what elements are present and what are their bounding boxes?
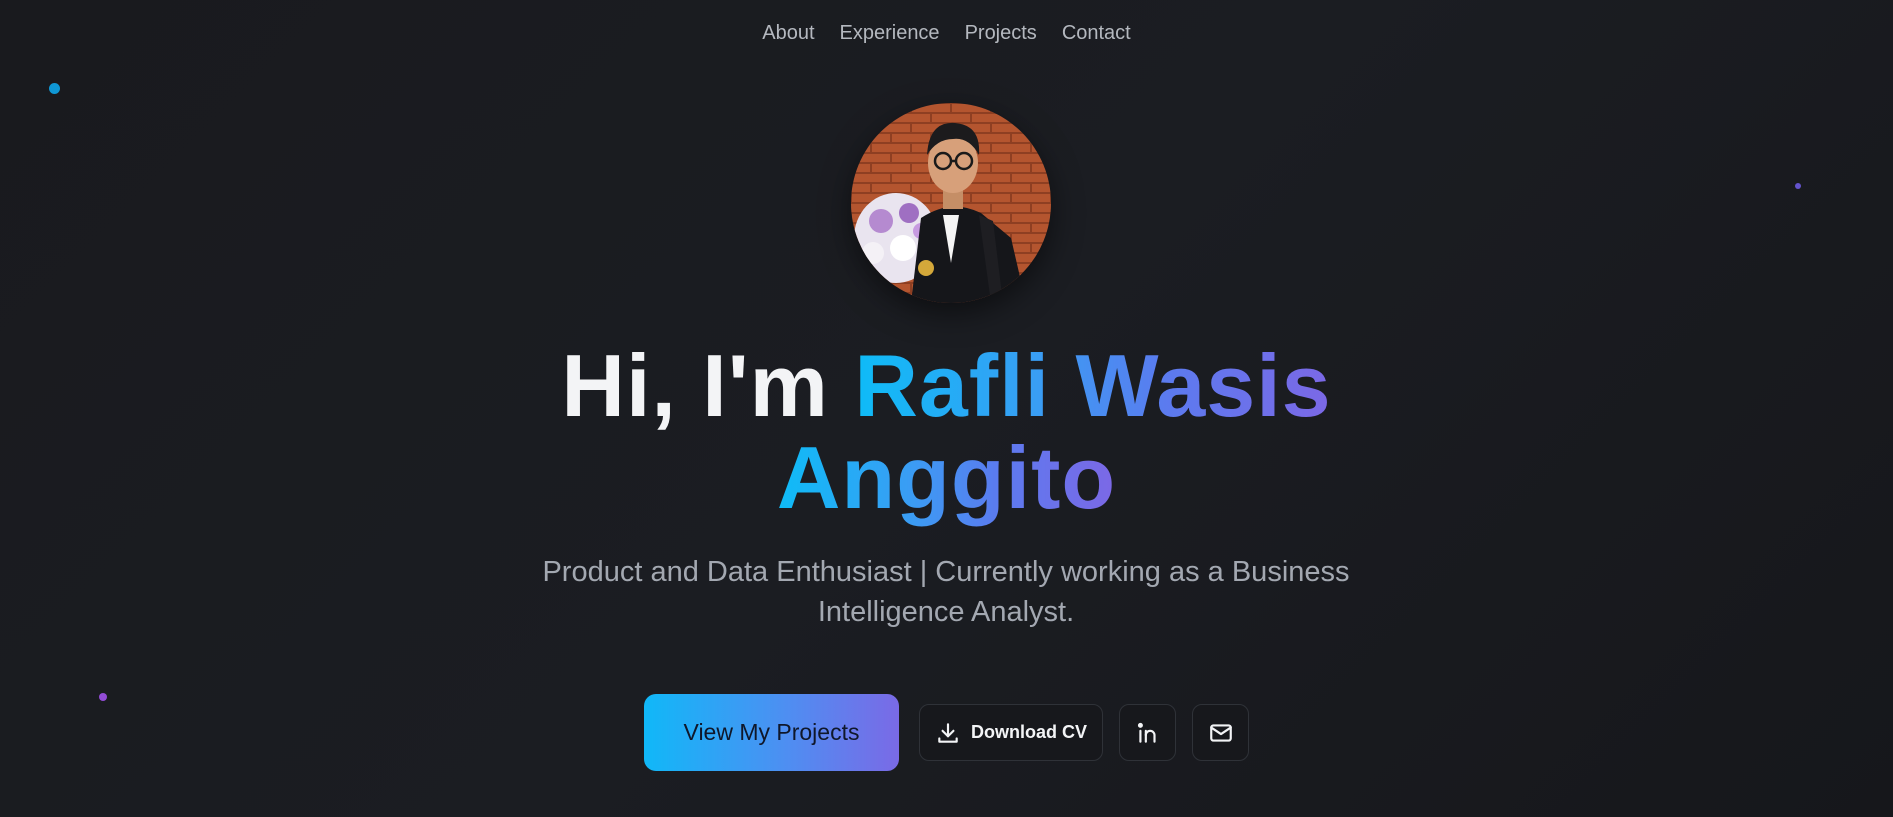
view-projects-button[interactable]: View My Projects — [644, 694, 899, 771]
linkedin-icon — [1135, 720, 1161, 746]
hero-subtitle: Product and Data Enthusiast | Currently … — [496, 552, 1396, 632]
top-nav: About Experience Projects Contact — [0, 22, 1893, 45]
hero-greeting: Hi, I'm — [561, 336, 855, 435]
email-button[interactable] — [1192, 704, 1249, 761]
hero-title: Hi, I'm Rafli Wasis Anggito — [0, 340, 1893, 524]
nav-contact[interactable]: Contact — [1062, 22, 1131, 45]
hero-name-line2: Anggito — [776, 428, 1117, 527]
download-cv-button[interactable]: Download CV — [919, 704, 1103, 761]
download-icon — [935, 720, 961, 746]
nav-projects[interactable]: Projects — [965, 22, 1037, 45]
mail-icon — [1208, 720, 1234, 746]
linkedin-button[interactable] — [1119, 704, 1176, 761]
nav-about[interactable]: About — [762, 22, 814, 45]
hero-actions: View My Projects Download CV — [0, 694, 1893, 771]
nav-experience[interactable]: Experience — [840, 22, 940, 45]
decorative-dot — [49, 83, 60, 94]
subtitle-line2: Intelligence Analyst. — [817, 596, 1075, 628]
hero-name-line1: Rafli Wasis — [854, 336, 1332, 435]
download-cv-label: Download CV — [971, 722, 1087, 742]
decorative-dot — [1795, 183, 1801, 189]
subtitle-line1: Product and Data Enthusiast | Currently … — [542, 556, 1350, 588]
profile-photo — [851, 103, 1051, 303]
